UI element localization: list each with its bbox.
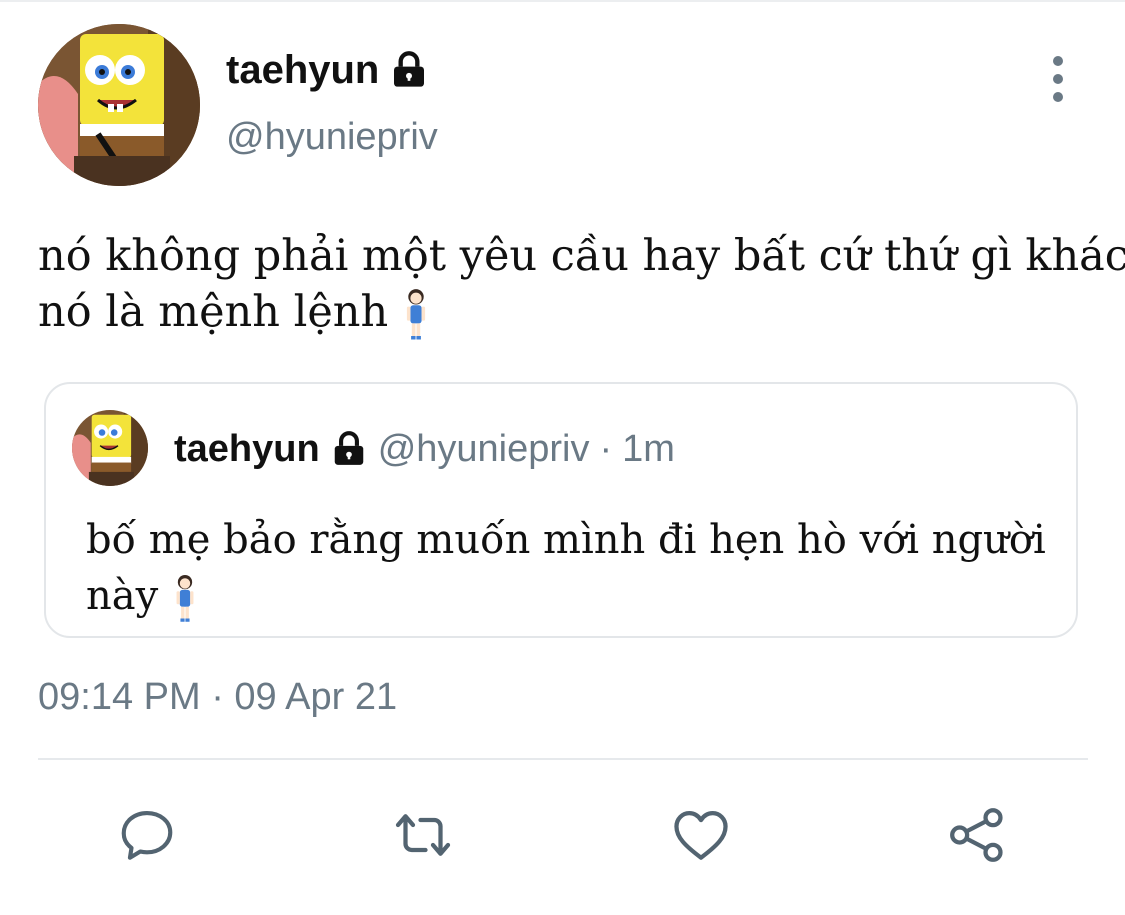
woman-standing-emoji xyxy=(176,574,194,622)
quoted-separator: · xyxy=(599,427,613,470)
divider xyxy=(38,758,1088,760)
spongebob-avatar-image xyxy=(38,24,200,186)
author-name[interactable]: taehyun xyxy=(226,44,429,96)
quoted-text-line-2-wrap: này xyxy=(86,568,1066,625)
quoted-tweet-card[interactable]: taehyun @hyuniepriv · 1m bố mẹ bảo rằng … xyxy=(44,382,1078,638)
quoted-text-line-1: bố mẹ bảo rằng muốn mình đi hẹn hò với n… xyxy=(86,517,1046,563)
lock-icon xyxy=(334,431,363,465)
quoted-handle[interactable]: @hyuniepriv xyxy=(378,428,590,471)
quoted-time: 1m xyxy=(622,427,675,470)
quoted-text-line-2: này xyxy=(86,573,159,619)
retweet-button[interactable] xyxy=(388,800,458,870)
quoted-text: bố mẹ bảo rằng muốn mình đi hẹn hò với n… xyxy=(86,512,1066,625)
author-handle[interactable]: @hyuniepriv xyxy=(226,116,438,159)
quoted-display-name[interactable]: taehyun xyxy=(174,428,320,471)
share-button[interactable] xyxy=(942,800,1012,870)
author-avatar[interactable] xyxy=(38,24,200,186)
dot xyxy=(1053,56,1063,66)
dot xyxy=(1053,92,1063,102)
spongebob-avatar-image xyxy=(72,410,148,486)
woman-standing-emoji xyxy=(407,289,426,340)
share-icon xyxy=(950,808,1003,862)
tweet-text-line-2: nó là mệnh lệnh xyxy=(38,287,389,337)
top-border xyxy=(0,0,1125,2)
more-options-icon[interactable] xyxy=(1044,56,1072,102)
dot xyxy=(1053,74,1063,84)
tweet-text: nó không phải một yêu cầu hay bất cứ thứ… xyxy=(38,228,1125,343)
tweet-timestamp[interactable]: 09:14 PM · 09 Apr 21 xyxy=(38,676,397,719)
retweet-icon xyxy=(395,814,451,856)
lock-icon xyxy=(394,51,425,87)
quoted-author-avatar[interactable] xyxy=(72,410,148,486)
reply-icon xyxy=(121,810,173,860)
heart-icon xyxy=(674,811,728,860)
like-button[interactable] xyxy=(666,800,736,870)
tweet-text-line-2-wrap: nó là mệnh lệnh xyxy=(38,284,1118,343)
quoted-header: taehyun @hyuniepriv · 1m xyxy=(174,426,675,472)
reply-button[interactable] xyxy=(112,800,182,870)
tweet-text-line-1: nó không phải một yêu cầu hay bất cứ thứ… xyxy=(38,231,1125,281)
author-display-name[interactable]: taehyun xyxy=(226,48,379,93)
